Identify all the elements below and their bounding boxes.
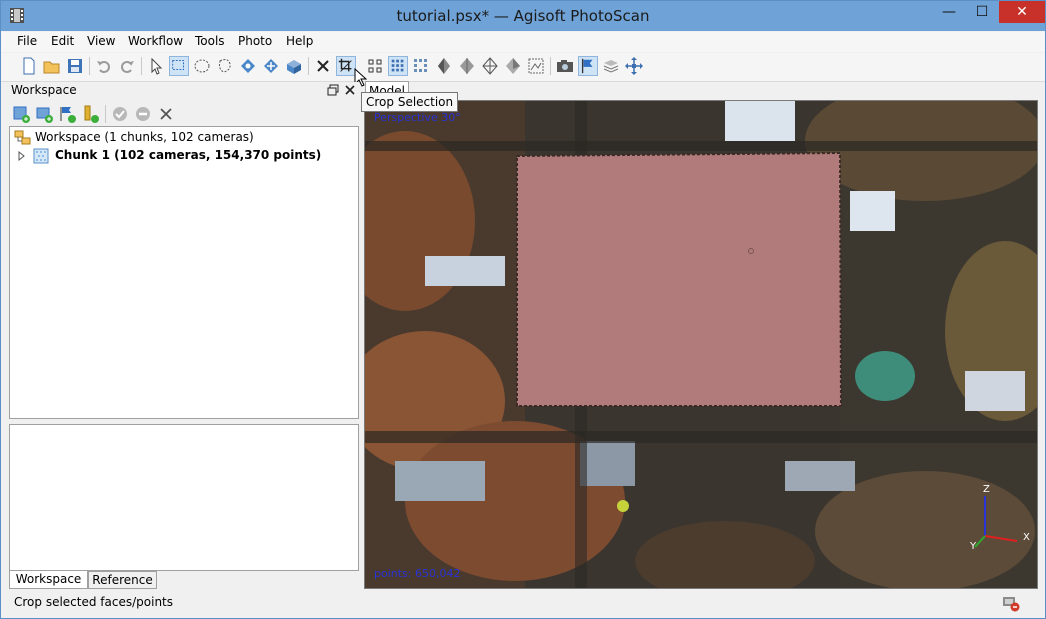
disable-icon[interactable] [133,104,153,124]
main-toolbar [1,53,1045,87]
workspace-icon [14,130,31,145]
enable-icon[interactable] [110,104,130,124]
minimize-button[interactable]: — [933,1,965,23]
menu-tools[interactable]: Tools [195,34,225,48]
show-cameras-icon[interactable] [555,56,575,76]
crop-selection-tooltip: Crop Selection [361,92,459,112]
point-cloud-render [365,101,1037,588]
chunk-icon [33,148,49,164]
model-viewport[interactable]: Perspective 30° points: 650,042 Z Y X [364,100,1038,589]
tiled-icon[interactable] [503,56,523,76]
points-count-label: points: 650,042 [374,567,461,580]
menu-edit[interactable]: Edit [51,34,74,48]
redo-icon[interactable] [117,56,137,76]
save-icon[interactable] [65,56,85,76]
add-marker-icon[interactable] [57,104,77,124]
status-bar: Crop selected faces/points [1,593,1045,618]
close-pane-icon[interactable] [344,84,356,96]
menu-photo[interactable]: Photo [238,34,272,48]
solid-icon[interactable] [434,56,454,76]
menu-view[interactable]: View [87,34,115,48]
float-pane-icon[interactable] [327,84,339,96]
navigation-icon[interactable] [146,56,166,76]
close-button[interactable]: ✕ [999,1,1045,23]
expand-arrow-icon[interactable] [18,151,26,161]
dense-cloud-icon[interactable] [388,56,408,76]
remove-icon[interactable] [156,104,176,124]
crop-selection-icon[interactable] [336,56,356,76]
view-perspective-label: Perspective 30° [374,111,461,124]
axis-y-label: Y [970,541,977,552]
add-photos-icon[interactable] [34,104,54,124]
move-object-icon[interactable] [261,56,281,76]
axis-x-label: X [1023,532,1030,543]
workspace-tree: Workspace (1 chunks, 102 cameras) Chunk … [9,126,359,419]
status-text: Crop selected faces/points [14,595,173,609]
free-form-selection-icon[interactable] [215,56,235,76]
properties-panel [9,424,359,571]
show-region-icon[interactable] [601,56,621,76]
tree-root-label: Workspace (1 chunks, 102 cameras) [35,130,254,144]
dem-icon[interactable] [526,56,546,76]
delete-selection-icon[interactable] [313,56,333,76]
undo-icon[interactable] [94,56,114,76]
menu-workflow[interactable]: Workflow [128,34,183,48]
menu-help[interactable]: Help [286,34,313,48]
add-chunk-icon[interactable] [11,104,31,124]
axis-z-label: Z [983,484,990,495]
tab-workspace[interactable]: Workspace [9,571,88,589]
wireframe-icon[interactable] [457,56,477,76]
point-cloud-icon[interactable] [365,56,385,76]
open-icon[interactable] [42,56,62,76]
app-window: tutorial.psx* — Agisoft PhotoScan — ☐ ✕ … [0,0,1046,619]
workspace-pane-header: Workspace [9,82,359,98]
rotate-object-icon[interactable] [238,56,258,76]
textured-icon[interactable] [480,56,500,76]
workspace-toolbar [9,101,359,125]
shaded-icon[interactable] [411,56,431,76]
workspace-pane-title: Workspace [11,83,77,97]
tab-reference[interactable]: Reference [88,571,157,589]
menu-bar: File Edit View Workflow Tools Photo Help [1,32,1045,52]
add-scalebar-icon[interactable] [80,104,100,124]
chunk-label: Chunk 1 (102 cameras, 154,370 points) [55,148,322,162]
rectangle-selection-icon[interactable] [169,56,189,76]
new-icon[interactable] [19,56,39,76]
reset-view-icon[interactable] [624,56,644,76]
maximize-button[interactable]: ☐ [966,1,998,23]
show-markers-icon[interactable] [578,56,598,76]
network-status-icon[interactable] [1002,596,1020,612]
window-title: tutorial.psx* — Agisoft PhotoScan [396,7,650,25]
title-bar[interactable]: tutorial.psx* — Agisoft PhotoScan — ☐ ✕ [1,1,1045,31]
circle-selection-icon[interactable] [192,56,212,76]
menu-file[interactable]: File [17,34,37,48]
resize-region-icon[interactable] [284,56,304,76]
